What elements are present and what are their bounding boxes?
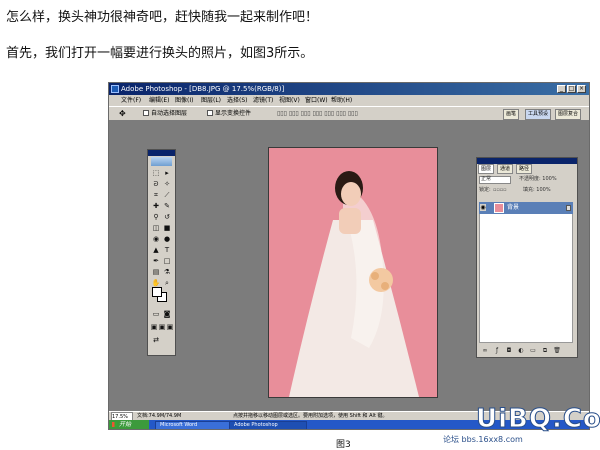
maximize-button[interactable]: □ — [567, 85, 576, 93]
layer-thumbnail — [494, 203, 504, 213]
pen-tool-icon[interactable]: ✒ — [151, 257, 161, 266]
slice-tool-icon[interactable]: ⟋ — [162, 191, 172, 200]
eraser-tool-icon[interactable]: ◫ — [151, 224, 161, 233]
menu-file[interactable]: 文件(F) — [121, 95, 141, 106]
blend-mode-value: 正常 — [481, 176, 492, 182]
tab-layers[interactable]: 图层 — [478, 164, 495, 174]
minimize-button[interactable]: _ — [557, 85, 566, 93]
crop-tool-icon[interactable]: ⌗ — [151, 191, 161, 200]
show-bounds-checkbox[interactable] — [207, 110, 213, 116]
tab-channels[interactable]: 通道 — [497, 164, 514, 174]
fill-label[interactable]: 填充: 100% — [523, 186, 551, 194]
toolbox-header[interactable] — [148, 150, 175, 156]
layer-row-background[interactable]: ◉ 背景 — [479, 202, 573, 214]
menu-edit[interactable]: 编辑(E) — [149, 95, 169, 106]
menu-layer[interactable]: 图层(L) — [201, 95, 221, 106]
document-canvas[interactable] — [268, 147, 438, 398]
lock-icon — [566, 205, 571, 211]
menu-help[interactable]: 帮助(H) — [331, 95, 352, 106]
standard-mode-icon[interactable]: ▭ — [151, 310, 161, 319]
tab-layer-comps[interactable]: 图层复合 — [555, 109, 582, 120]
toolbox: ⬚ ▸ ᘐ ✧ ⌗ ⟋ ✚ ✎ ⚲ ↺ ◫ ■ ◉ ● ▲ T ✒ □ ▤ ⚗ … — [147, 149, 176, 356]
notes-tool-icon[interactable]: ▤ — [151, 268, 161, 277]
magic-wand-icon[interactable]: ✧ — [162, 180, 172, 189]
marquee-tool-icon[interactable]: ⬚ — [151, 169, 161, 178]
workspace: ⬚ ▸ ᘐ ✧ ⌗ ⟋ ✚ ✎ ⚲ ↺ ◫ ■ ◉ ● ▲ T ✒ □ ▤ ⚗ … — [109, 120, 589, 411]
auto-select-checkbox[interactable] — [143, 110, 149, 116]
blur-tool-icon[interactable]: ◉ — [151, 235, 161, 244]
window-titlebar[interactable]: Adobe Photoshop - [DB8.JPG @ 17.5%(RGB/8… — [109, 83, 589, 95]
start-label: 开始 — [119, 421, 132, 428]
adjustment-layer-icon[interactable]: ◐ — [517, 347, 525, 355]
auto-select-label: 自动选择图层 — [151, 110, 188, 117]
bride-photo — [269, 148, 437, 397]
eyedropper-icon[interactable]: ⚗ — [162, 268, 172, 277]
tab-paths[interactable]: 路径 — [516, 164, 533, 174]
new-group-icon[interactable]: ▭ — [529, 347, 537, 355]
show-bounds-label: 显示变换控件 — [215, 110, 252, 117]
layer-style-icon[interactable]: ƒ — [493, 347, 501, 355]
healing-brush-icon[interactable]: ✚ — [151, 202, 161, 211]
imageready-jump-icon[interactable]: ⇄ — [151, 336, 161, 345]
quick-mask-icon[interactable]: ◙ — [162, 310, 172, 319]
layer-name: 背景 — [507, 204, 520, 211]
gradient-tool-icon[interactable]: ■ — [162, 224, 172, 233]
bouquet-flower — [371, 272, 379, 280]
start-button[interactable]: 开始 — [109, 420, 149, 429]
menu-window[interactable]: 窗口(W) — [305, 95, 328, 106]
article-intro-line-1: 怎么样，换头神功很神奇吧，赶快随我一起来制作吧！ — [6, 10, 319, 25]
type-tool-icon[interactable]: T — [162, 246, 172, 255]
photoshop-window: Adobe Photoshop - [DB8.JPG @ 17.5%(RGB/8… — [108, 82, 590, 430]
menu-image[interactable]: 图像(I) — [175, 95, 193, 106]
article-intro-line-2: 首先，我们打开一幅要进行换头的照片，如图3所示。 — [6, 46, 314, 61]
watermark-logo: UiBQ.CoM — [476, 404, 600, 435]
watermark-url: 论坛 bbs.16xx8.com — [443, 435, 523, 444]
menu-view[interactable]: 视图(V) — [279, 95, 300, 106]
photoshop-app-icon — [111, 85, 119, 93]
menu-filter[interactable]: 滤镜(T) — [253, 95, 273, 106]
layers-panel-buttons: ∞ ƒ ◘ ◐ ▭ ⧉ 🗑 — [479, 347, 573, 355]
screen-mode-full-icon[interactable]: ▣ — [165, 323, 175, 332]
move-tool-icon[interactable]: ▸ — [162, 169, 172, 178]
menu-select[interactable]: 选择(S) — [227, 95, 248, 106]
options-bar: ✥ 自动选择图层 显示变换控件 ▯▯▯ ▯▯▯ ▯▯▯ ▯▯▯ ▯▯▯ ▯▯▯ … — [109, 106, 589, 121]
dodge-tool-icon[interactable]: ● — [162, 235, 172, 244]
layer-mask-icon[interactable]: ◘ — [505, 347, 513, 355]
lasso-tool-icon[interactable]: ᘐ — [151, 180, 161, 189]
bouquet — [369, 268, 393, 292]
lock-options-icon[interactable]: ▫▫▫▫ — [493, 186, 507, 194]
move-tool-icon[interactable]: ✥ — [119, 107, 126, 120]
figure-caption: 图3 — [336, 440, 351, 450]
clone-stamp-icon[interactable]: ⚲ — [151, 213, 161, 222]
shape-tool-icon[interactable]: □ — [162, 257, 172, 266]
zoom-tool-icon[interactable]: ⌕ — [162, 279, 172, 288]
path-select-icon[interactable]: ▲ — [151, 246, 161, 255]
layers-panel: 图层 通道 路径 正常 不透明度: 100% 锁定: ▫▫▫▫ 填充: 100%… — [476, 157, 578, 358]
close-button[interactable]: × — [577, 85, 586, 93]
lock-label: 锁定: — [479, 187, 491, 193]
eye-icon[interactable]: ◉ — [480, 204, 486, 211]
foreground-color-swatch[interactable] — [152, 287, 162, 297]
opacity-label[interactable]: 不透明度: 100% — [519, 175, 557, 183]
adobe-feather-icon[interactable] — [151, 157, 172, 166]
windows-logo-icon — [112, 422, 117, 427]
menu-bar: 文件(F) 编辑(E) 图像(I) 图层(L) 选择(S) 滤镜(T) 视图(V… — [109, 95, 589, 106]
align-buttons-icon[interactable]: ▯▯▯ ▯▯▯ ▯▯▯ ▯▯▯ ▯▯▯ ▯▯▯ ▯▯▯ — [277, 107, 358, 120]
layers-list — [479, 202, 573, 343]
new-layer-icon[interactable]: ⧉ — [541, 347, 549, 355]
tab-brushes[interactable]: 画笔 — [503, 109, 520, 120]
taskbar-item-photoshop[interactable]: Adobe Photoshop — [229, 421, 307, 429]
face — [341, 182, 361, 206]
window-title: Adobe Photoshop - [DB8.JPG @ 17.5%(RGB/8… — [121, 85, 285, 93]
brush-tool-icon[interactable]: ✎ — [162, 202, 172, 211]
shoulders — [339, 208, 361, 234]
history-brush-icon[interactable]: ↺ — [162, 213, 172, 222]
delete-layer-icon[interactable]: 🗑 — [553, 347, 561, 355]
tab-tool-presets[interactable]: 工具预设 — [525, 109, 552, 120]
link-layers-icon[interactable]: ∞ — [481, 347, 489, 355]
bouquet-flower — [381, 282, 389, 290]
taskbar-item-word[interactable]: Microsoft Word — [155, 421, 233, 429]
